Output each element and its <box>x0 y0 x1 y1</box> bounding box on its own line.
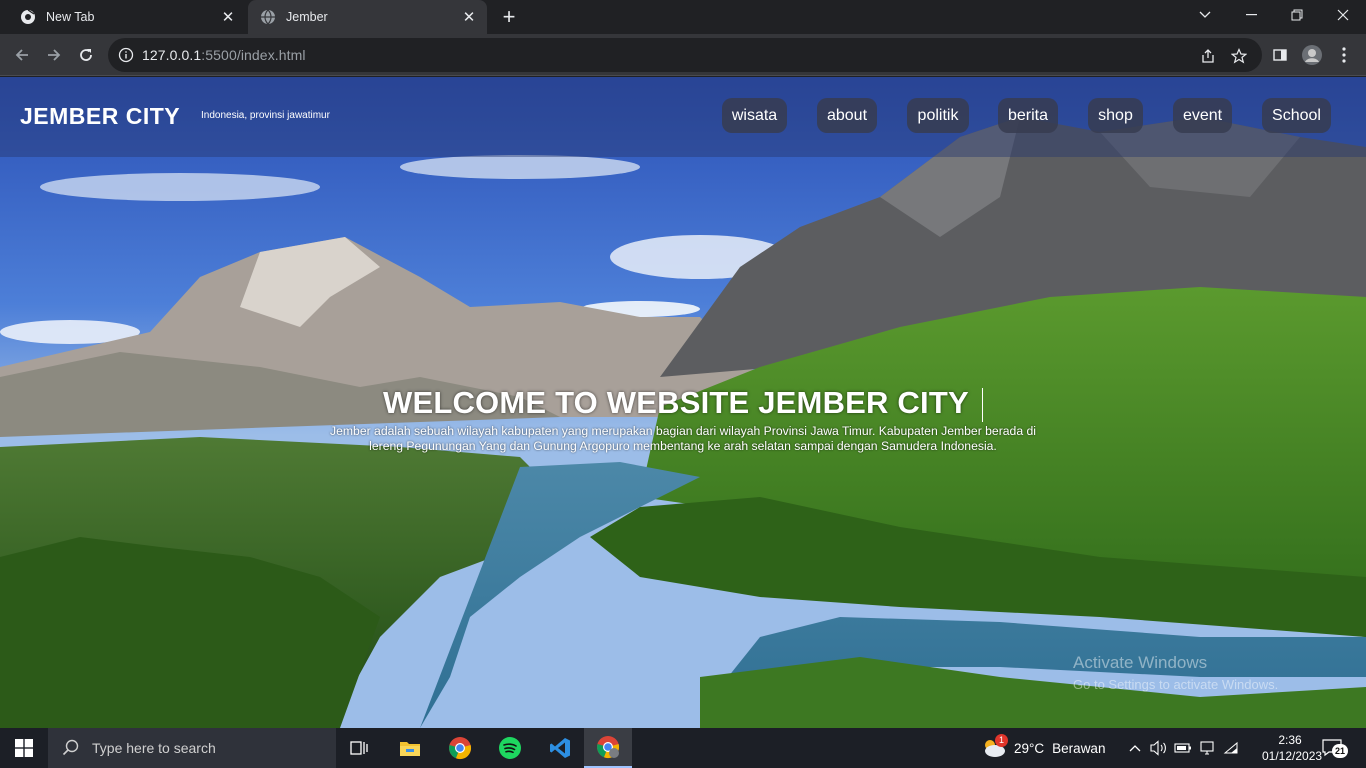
nav-wisata[interactable]: wisata <box>722 98 787 133</box>
battery-icon[interactable] <box>1174 739 1192 757</box>
text-cursor <box>982 388 983 422</box>
menu-kebab-icon[interactable] <box>1332 43 1356 67</box>
nav-about[interactable]: about <box>817 98 877 133</box>
nav-politik[interactable]: politik <box>907 98 969 133</box>
task-view-icon[interactable] <box>336 728 384 768</box>
nav-event[interactable]: event <box>1173 98 1232 133</box>
weather-badge: 1 <box>995 734 1008 747</box>
close-tab-icon[interactable]: ✕ <box>459 7 479 27</box>
tab-search-icon[interactable] <box>1182 0 1228 30</box>
clock-time: 2:36 <box>1278 733 1302 747</box>
new-tab-button[interactable]: + <box>497 4 521 29</box>
chrome-icon <box>20 9 36 25</box>
restore-icon[interactable] <box>1274 0 1320 30</box>
address-bar[interactable]: 127.0.0.1:5500/index.html <box>108 38 1262 72</box>
notification-center-icon[interactable]: 21 <box>1322 738 1348 758</box>
hero-description: Jember adalah sebuah wilayah kabupaten y… <box>300 424 1066 454</box>
share-icon[interactable] <box>1199 47 1217 65</box>
site-tagline: Indonesia, provinsi jawatimur <box>201 110 330 121</box>
url-host: 127.0.0.1 <box>142 47 202 63</box>
tab-title: Jember <box>286 10 328 24</box>
volume-icon[interactable] <box>1150 739 1168 757</box>
site-header: JEMBER CITY Indonesia, provinsi jawatimu… <box>0 77 1366 157</box>
site-brand[interactable]: JEMBER CITY <box>20 103 180 130</box>
file-explorer-icon[interactable] <box>386 728 434 768</box>
tab-jember[interactable]: Jember ✕ <box>248 0 487 34</box>
taskbar-search[interactable]: Type here to search <box>48 728 336 768</box>
browser-toolbar: 127.0.0.1:5500/index.html <box>0 34 1366 76</box>
chrome-app-icon[interactable] <box>436 728 484 768</box>
site-info-icon[interactable] <box>118 47 134 63</box>
tab-strip: New Tab ✕ Jember ✕ + <box>0 0 1366 34</box>
close-tab-icon[interactable]: ✕ <box>218 7 238 27</box>
nav-school[interactable]: School <box>1262 98 1331 133</box>
side-panel-icon[interactable] <box>1268 43 1292 67</box>
minimize-icon[interactable] <box>1228 0 1274 30</box>
url-text: 127.0.0.1:5500/index.html <box>142 47 306 63</box>
profile-avatar[interactable] <box>1300 43 1324 67</box>
cloud-sun-icon: 1 <box>980 734 1008 760</box>
search-icon <box>62 739 80 757</box>
search-placeholder: Type here to search <box>92 740 216 756</box>
bookmark-star-icon[interactable] <box>1230 47 1248 65</box>
close-window-icon[interactable] <box>1320 0 1366 30</box>
hero-description-line: lereng Pegunungan Yang dan Gunung Argopu… <box>369 439 997 453</box>
activate-windows-subtext: Go to Settings to activate Windows. <box>1073 677 1279 692</box>
page-viewport: JEMBER CITY Indonesia, provinsi jawatimu… <box>0 77 1366 728</box>
windows-start-icon[interactable] <box>0 728 48 768</box>
forward-icon[interactable] <box>42 43 66 67</box>
weather-temp: 29°C <box>1014 740 1045 756</box>
wifi-icon[interactable] <box>1222 739 1240 757</box>
globe-icon <box>260 9 276 25</box>
vscode-icon[interactable] <box>536 728 584 768</box>
weather-desc: Berawan <box>1052 740 1106 756</box>
back-icon[interactable] <box>10 43 34 67</box>
chevron-up-icon[interactable] <box>1126 739 1144 757</box>
display-icon[interactable] <box>1198 739 1216 757</box>
url-path: :5500/index.html <box>201 47 306 63</box>
clock-date: 01/12/2023 <box>1262 749 1323 763</box>
system-clock[interactable]: 2:36 01/12/2023 <box>1262 732 1323 764</box>
windows-taskbar: Type here to search 1 29°C Berawan 2:36 … <box>0 728 1366 768</box>
nav-shop[interactable]: shop <box>1088 98 1143 133</box>
chrome-profile-app-icon[interactable] <box>584 728 632 768</box>
nav-berita[interactable]: berita <box>998 98 1058 133</box>
weather-widget[interactable]: 1 29°C Berawan <box>980 728 1105 768</box>
notification-count: 21 <box>1332 744 1348 758</box>
hero-title: WELCOME TO WEBSITE JEMBER CITY <box>383 385 969 420</box>
tab-new-tab[interactable]: New Tab ✕ <box>8 0 246 34</box>
spotify-icon[interactable] <box>486 728 534 768</box>
activate-windows-watermark: Activate Windows <box>1073 653 1208 672</box>
reload-icon[interactable] <box>74 43 98 67</box>
tab-title: New Tab <box>46 10 95 24</box>
hero-description-line: Jember adalah sebuah wilayah kabupaten y… <box>330 424 1036 438</box>
